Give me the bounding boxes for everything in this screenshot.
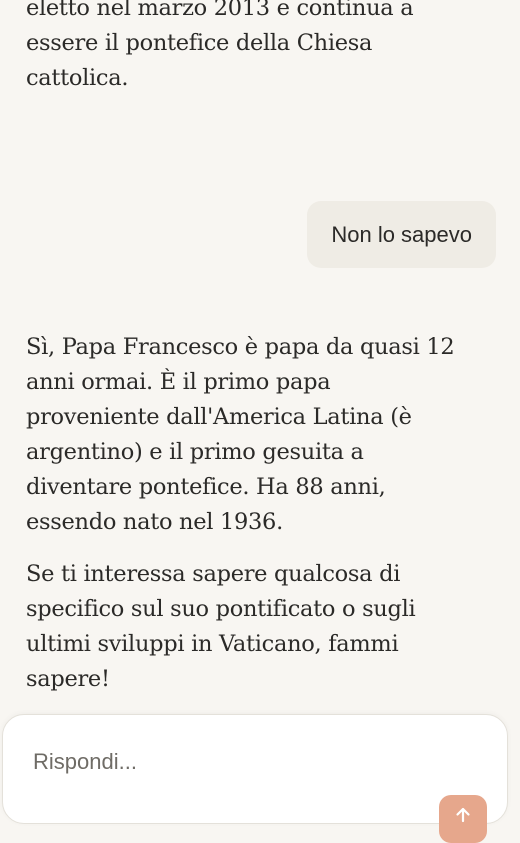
message-paragraph: eletto nel marzo 2013 e continua a esser… (26, 0, 414, 91)
arrow-up-icon (456, 807, 470, 823)
assistant-message: Sì, Papa Francesco è papa da quasi 12 an… (26, 330, 466, 697)
reply-composer (2, 714, 508, 843)
user-message-bubble: Non lo sapevo (307, 201, 496, 268)
message-paragraph: Se ti interessa sapere qualcosa di speci… (26, 561, 416, 692)
send-button[interactable] (439, 795, 487, 843)
message-paragraph: Sì, Papa Francesco è papa da quasi 12 an… (26, 334, 455, 535)
assistant-message: eletto nel marzo 2013 e continua a esser… (26, 0, 466, 96)
reply-input[interactable] (33, 749, 433, 775)
user-message-text: Non lo sapevo (331, 221, 472, 247)
chat-thread: eletto nel marzo 2013 e continua a esser… (0, 0, 520, 800)
